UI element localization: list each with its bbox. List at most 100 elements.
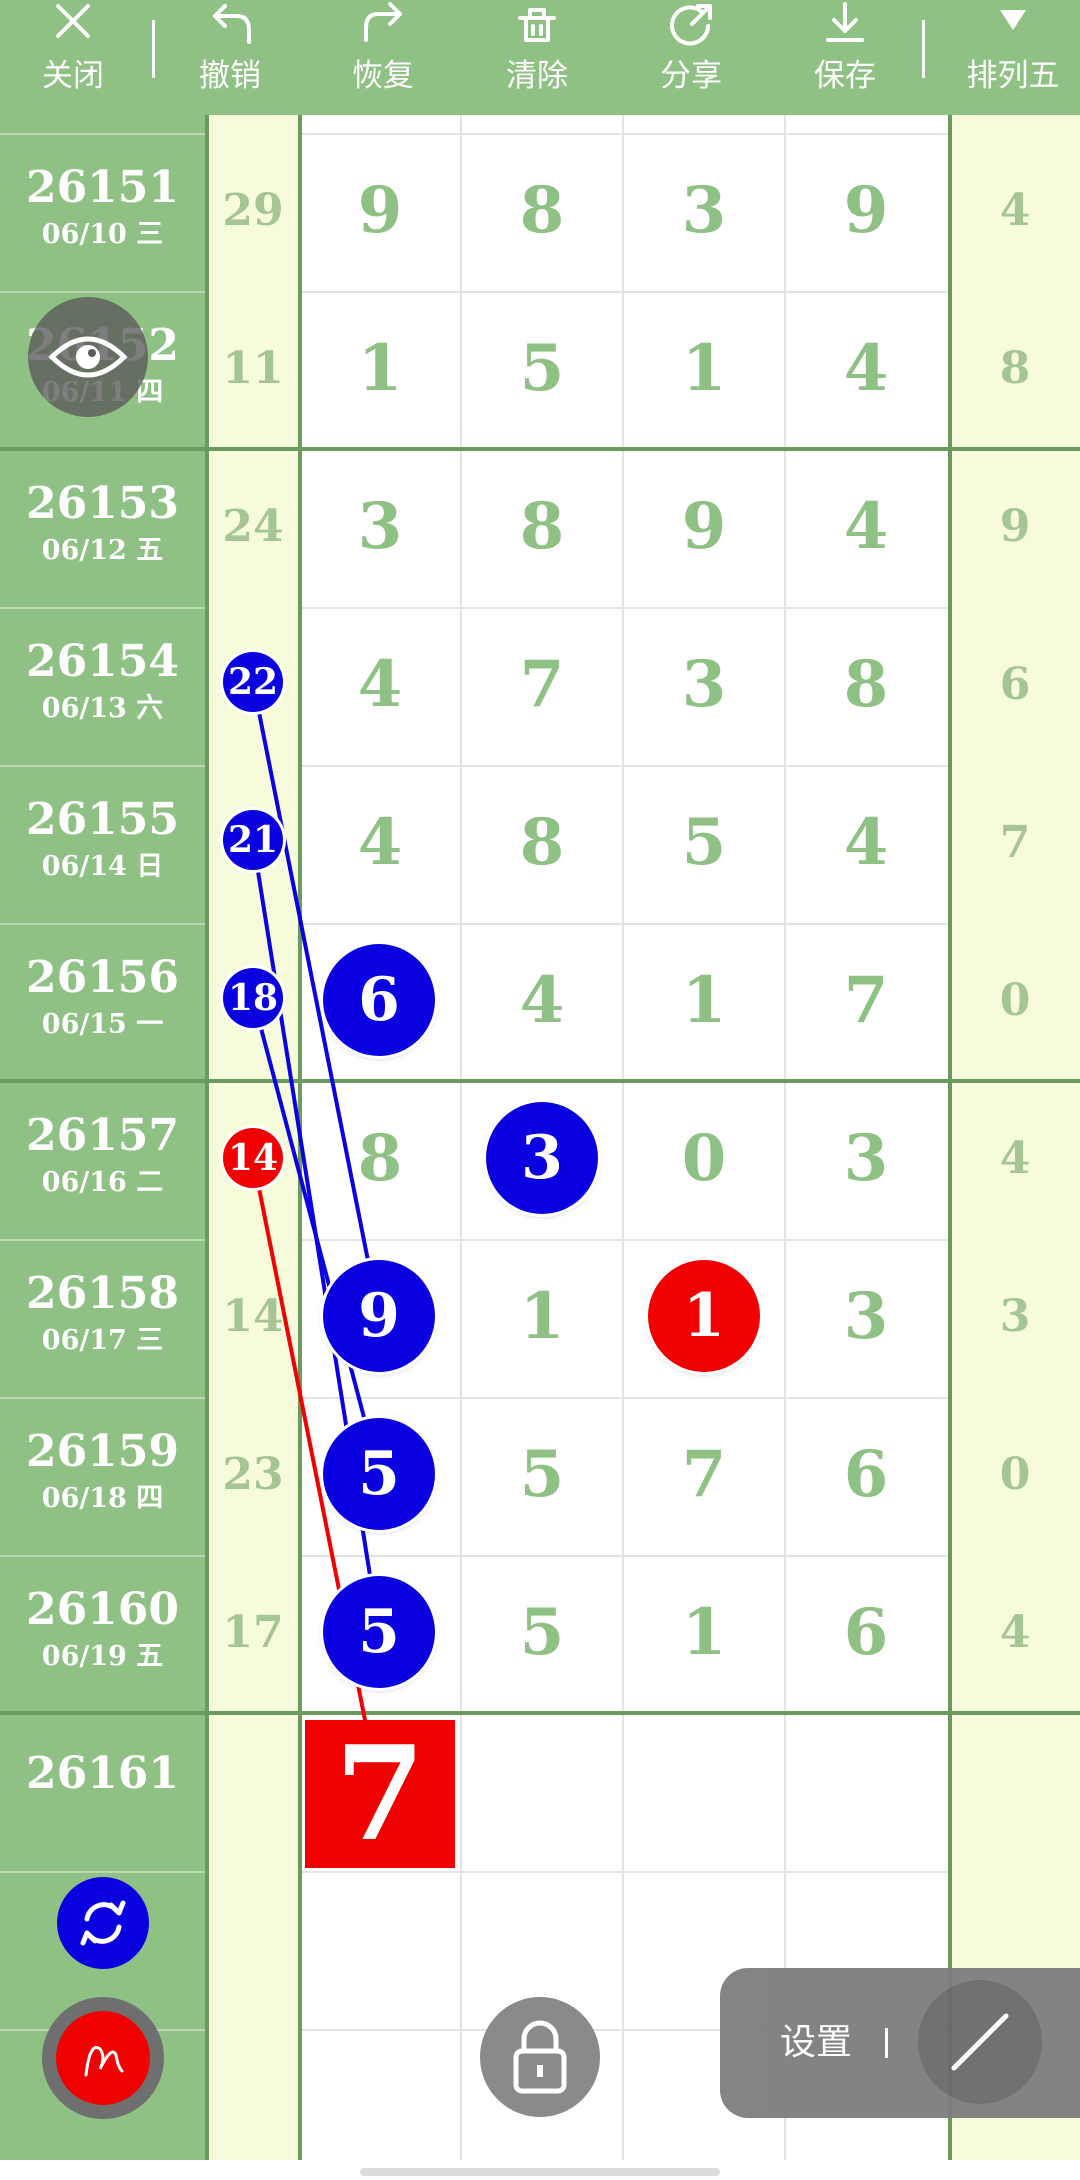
lock-button[interactable] <box>480 1997 600 2117</box>
grid-line <box>0 607 205 609</box>
fifth-digit-value[interactable]: 0 <box>960 1425 1070 1525</box>
digit-cell[interactable]: 1 <box>482 1267 602 1367</box>
digit-cell[interactable]: 8 <box>482 161 602 261</box>
digit-cell[interactable]: 1 <box>644 319 764 419</box>
digit-cell[interactable]: 8 <box>806 635 926 735</box>
home-indicator <box>360 2168 720 2176</box>
grid-line <box>300 1871 952 1873</box>
visibility-toggle-button[interactable] <box>28 297 148 417</box>
group-separator <box>0 447 1080 451</box>
column-separator <box>298 115 302 2160</box>
grid-line <box>300 765 952 767</box>
digit-cell[interactable]: 3 <box>806 1267 926 1367</box>
sum-value[interactable]: 23 <box>213 1425 293 1525</box>
prediction-box[interactable]: 7 <box>305 1720 455 1868</box>
grid-line <box>0 1239 205 1241</box>
pen-tool-button[interactable] <box>42 1997 164 2119</box>
digit-cell[interactable]: 4 <box>320 635 440 735</box>
undo-button[interactable]: 撤销 <box>175 0 285 115</box>
digit-cell[interactable]: 9 <box>320 161 440 261</box>
digit-cell[interactable]: 8 <box>482 793 602 893</box>
digit-cell[interactable]: 9 <box>806 161 926 261</box>
grid-line <box>0 291 205 293</box>
close-button[interactable]: 关闭 <box>18 0 128 115</box>
digit-cell[interactable]: 4 <box>806 477 926 577</box>
digit-cell[interactable]: 9 <box>644 477 764 577</box>
digit-cell[interactable]: 8 <box>320 1109 440 1209</box>
period-number: 26160 <box>25 1584 180 1635</box>
digit-cell[interactable]: 7 <box>644 1425 764 1525</box>
sum-value[interactable]: 11 <box>213 319 293 419</box>
lottery-type-label: 排列五 <box>966 58 1060 94</box>
sum-mark-blue[interactable]: 22 <box>223 652 283 712</box>
digit-cell[interactable]: 5 <box>482 319 602 419</box>
digit-cell[interactable]: 5 <box>482 1425 602 1525</box>
sum-mark-red[interactable]: 14 <box>223 1128 283 1188</box>
grid-line <box>300 1397 952 1399</box>
column-separator <box>948 115 952 2160</box>
lottery-type-selector[interactable]: 排列五 <box>948 0 1078 115</box>
dropdown-icon <box>1000 10 1026 30</box>
digit-mark-blue[interactable]: 5 <box>323 1576 435 1688</box>
sum-value[interactable]: 29 <box>213 161 293 261</box>
share-button[interactable]: 分享 <box>636 0 746 115</box>
digit-cell[interactable]: 3 <box>806 1109 926 1209</box>
digit-cell[interactable]: 7 <box>806 951 926 1051</box>
digit-cell[interactable]: 0 <box>644 1109 764 1209</box>
digit-cell[interactable]: 1 <box>320 319 440 419</box>
sum-value[interactable]: 17 <box>213 1583 293 1683</box>
fifth-digit-value[interactable]: 4 <box>960 1109 1070 1209</box>
redo-button[interactable]: 恢复 <box>328 0 438 115</box>
grid-line <box>300 923 952 925</box>
digit-mark-blue[interactable]: 5 <box>323 1418 435 1530</box>
digit-cell[interactable]: 5 <box>482 1583 602 1683</box>
digit-cell[interactable]: 1 <box>644 951 764 1051</box>
digit-mark-red[interactable]: 1 <box>648 1260 760 1372</box>
sum-value[interactable]: 24 <box>213 477 293 577</box>
digit-cell[interactable]: 4 <box>806 319 926 419</box>
fifth-digit-value[interactable]: 0 <box>960 951 1070 1051</box>
digit-cell[interactable]: 4 <box>806 793 926 893</box>
digit-mark-blue[interactable]: 6 <box>323 944 435 1056</box>
settings-button[interactable]: 设置 <box>780 2018 852 2068</box>
sum-value[interactable]: 14 <box>213 1267 293 1367</box>
digit-cell[interactable]: 6 <box>806 1425 926 1525</box>
fifth-digit-value[interactable]: 4 <box>960 161 1070 261</box>
period-date: 06/18 四 <box>41 1483 164 1514</box>
refresh-button[interactable] <box>57 1877 149 1969</box>
digit-cell[interactable]: 1 <box>644 1583 764 1683</box>
fifth-digit-value[interactable]: 9 <box>960 477 1070 577</box>
digit-cell[interactable]: 7 <box>482 635 602 735</box>
close-icon <box>56 4 90 38</box>
period-number: 26151 <box>25 162 180 213</box>
fifth-digit-value[interactable]: 4 <box>960 1583 1070 1683</box>
lock-icon <box>513 2020 567 2094</box>
sum-mark-blue[interactable]: 18 <box>223 968 283 1028</box>
grid-line <box>300 133 952 135</box>
period-date: 06/17 三 <box>41 1325 164 1356</box>
digit-cell[interactable]: 3 <box>644 635 764 735</box>
digit-cell[interactable]: 4 <box>320 793 440 893</box>
save-button[interactable]: 保存 <box>790 0 900 115</box>
digit-cell[interactable]: 3 <box>644 161 764 261</box>
digit-mark-blue[interactable]: 3 <box>486 1102 598 1214</box>
digit-cell[interactable]: 6 <box>806 1583 926 1683</box>
digit-cell[interactable]: 8 <box>482 477 602 577</box>
digit-cell[interactable]: 5 <box>644 793 764 893</box>
fifth-digit-value[interactable]: 3 <box>960 1267 1070 1367</box>
sum-mark-blue[interactable]: 21 <box>223 810 283 870</box>
period-date: 06/13 六 <box>41 693 164 724</box>
grid-line <box>0 923 205 925</box>
settings-panel: 设置 <box>720 1968 1080 2118</box>
clear-label: 清除 <box>506 58 568 94</box>
digit-cell[interactable]: 3 <box>320 477 440 577</box>
grid-line <box>300 291 952 293</box>
fifth-digit-value[interactable]: 8 <box>960 319 1070 419</box>
digit-cell[interactable]: 4 <box>482 951 602 1051</box>
fifth-digit-value[interactable]: 6 <box>960 635 1070 735</box>
fifth-digit-value[interactable]: 7 <box>960 793 1070 893</box>
digit-mark-blue[interactable]: 9 <box>323 1260 435 1372</box>
period-number: 26153 <box>25 478 180 529</box>
clear-button[interactable]: 清除 <box>482 0 592 115</box>
line-tool-button[interactable] <box>918 1980 1042 2104</box>
